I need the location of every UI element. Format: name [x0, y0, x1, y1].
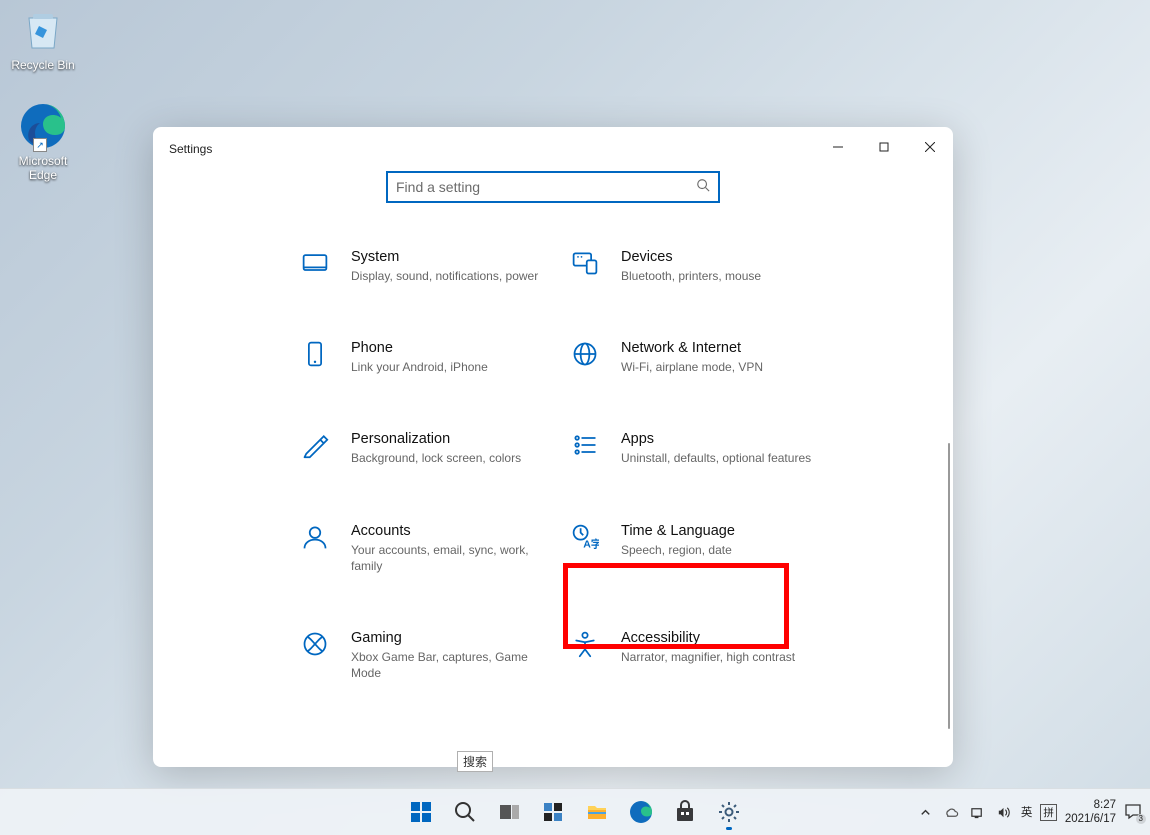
category-title: Accounts: [351, 523, 561, 539]
onedrive-icon[interactable]: [943, 803, 961, 821]
category-desc: Wi-Fi, airplane mode, VPN: [621, 359, 831, 375]
desktop-icon-recycle-bin[interactable]: Recycle Bin: [4, 6, 82, 72]
notification-badge: 3: [1136, 814, 1146, 824]
category-title: Devices: [621, 249, 831, 265]
search-button[interactable]: [445, 792, 485, 832]
category-system[interactable]: System Display, sound, notifications, pow…: [301, 249, 561, 284]
network-tray-icon[interactable]: [969, 803, 987, 821]
category-title: System: [351, 249, 561, 265]
file-explorer-button[interactable]: [577, 792, 617, 832]
category-title: Time & Language: [621, 523, 831, 539]
category-apps[interactable]: Apps Uninstall, defaults, optional featur…: [571, 431, 831, 466]
settings-content: System Display, sound, notifications, pow…: [153, 213, 953, 767]
maximize-button[interactable]: [861, 127, 907, 167]
apps-icon: [571, 431, 603, 466]
scrollbar-thumb[interactable]: [948, 443, 951, 729]
search-box[interactable]: [386, 171, 720, 203]
search-icon: [696, 178, 710, 197]
shortcut-overlay-icon: ↗: [33, 138, 47, 152]
category-gaming[interactable]: Gaming Xbox Game Bar, captures, Game Mode: [301, 630, 561, 681]
category-desc: Xbox Game Bar, captures, Game Mode: [351, 649, 561, 681]
accessibility-icon: [571, 630, 603, 681]
category-title: Accessibility: [621, 630, 831, 646]
category-desc: Display, sound, notifications, power: [351, 268, 561, 284]
category-time-language[interactable]: A字 Time & Language Speech, region, date: [571, 523, 831, 574]
desktop-icon-label: Recycle Bin: [4, 58, 82, 72]
settings-window: Settings System Display, sound, notificat…: [153, 127, 953, 767]
settings-button[interactable]: [709, 792, 749, 832]
category-accounts[interactable]: Accounts Your accounts, email, sync, work…: [301, 523, 561, 574]
svg-text:A字: A字: [583, 537, 599, 550]
start-button[interactable]: [401, 792, 441, 832]
edge-button[interactable]: [621, 792, 661, 832]
search-input[interactable]: [396, 179, 696, 195]
category-desc: Bluetooth, printers, mouse: [621, 268, 831, 284]
category-desc: Uninstall, defaults, optional features: [621, 450, 831, 466]
taskbar-center: [401, 792, 749, 832]
clock-time: 8:27: [1065, 798, 1116, 812]
category-phone[interactable]: Phone Link your Android, iPhone: [301, 340, 561, 375]
phone-icon: [301, 340, 333, 375]
ime-indicator-2[interactable]: 拼: [1040, 804, 1057, 821]
category-network[interactable]: Network & Internet Wi-Fi, airplane mode, …: [571, 340, 831, 375]
accounts-icon: [301, 523, 333, 574]
category-desc: Background, lock screen, colors: [351, 450, 561, 466]
category-desc: Narrator, magnifier, high contrast: [621, 649, 831, 665]
volume-icon[interactable]: [995, 803, 1013, 821]
system-icon: [301, 249, 333, 284]
category-devices[interactable]: Devices Bluetooth, printers, mouse: [571, 249, 831, 284]
category-title: Phone: [351, 340, 561, 356]
time-language-icon: A字: [571, 523, 603, 574]
devices-icon: [571, 249, 603, 284]
clock-date: 2021/6/17: [1065, 812, 1116, 826]
network-icon: [571, 340, 603, 375]
widgets-button[interactable]: [533, 792, 573, 832]
window-title: Settings: [169, 142, 212, 156]
store-button[interactable]: [665, 792, 705, 832]
titlebar[interactable]: Settings: [153, 127, 953, 171]
category-personalization[interactable]: Personalization Background, lock screen, …: [301, 431, 561, 466]
taskbar: 英 拼 8:27 2021/6/17 3: [0, 788, 1150, 835]
task-view-button[interactable]: [489, 792, 529, 832]
close-button[interactable]: [907, 127, 953, 167]
desktop-icon-label: Microsoft Edge: [4, 154, 82, 182]
desktop-icon-edge[interactable]: ↗ Microsoft Edge: [4, 102, 82, 182]
notifications-button[interactable]: 3: [1124, 802, 1144, 822]
gaming-icon: [301, 630, 333, 681]
personalization-icon: [301, 431, 333, 466]
category-title: Personalization: [351, 431, 561, 447]
tray-chevron-icon[interactable]: [917, 803, 935, 821]
minimize-button[interactable]: [815, 127, 861, 167]
category-desc: Speech, region, date: [621, 542, 831, 558]
clock[interactable]: 8:27 2021/6/17: [1065, 798, 1116, 827]
tooltip: 搜索: [457, 751, 493, 772]
category-title: Gaming: [351, 630, 561, 646]
category-desc: Your accounts, email, sync, work, family: [351, 542, 561, 574]
edge-icon: ↗: [19, 102, 67, 150]
system-tray: 英 拼 8:27 2021/6/17 3: [917, 789, 1150, 835]
category-accessibility[interactable]: Accessibility Narrator, magnifier, high c…: [571, 630, 831, 681]
ime-indicator-1[interactable]: 英: [1021, 804, 1033, 820]
category-title: Apps: [621, 431, 831, 447]
category-desc: Link your Android, iPhone: [351, 359, 561, 375]
category-title: Network & Internet: [621, 340, 831, 356]
recycle-bin-icon: [19, 6, 67, 54]
